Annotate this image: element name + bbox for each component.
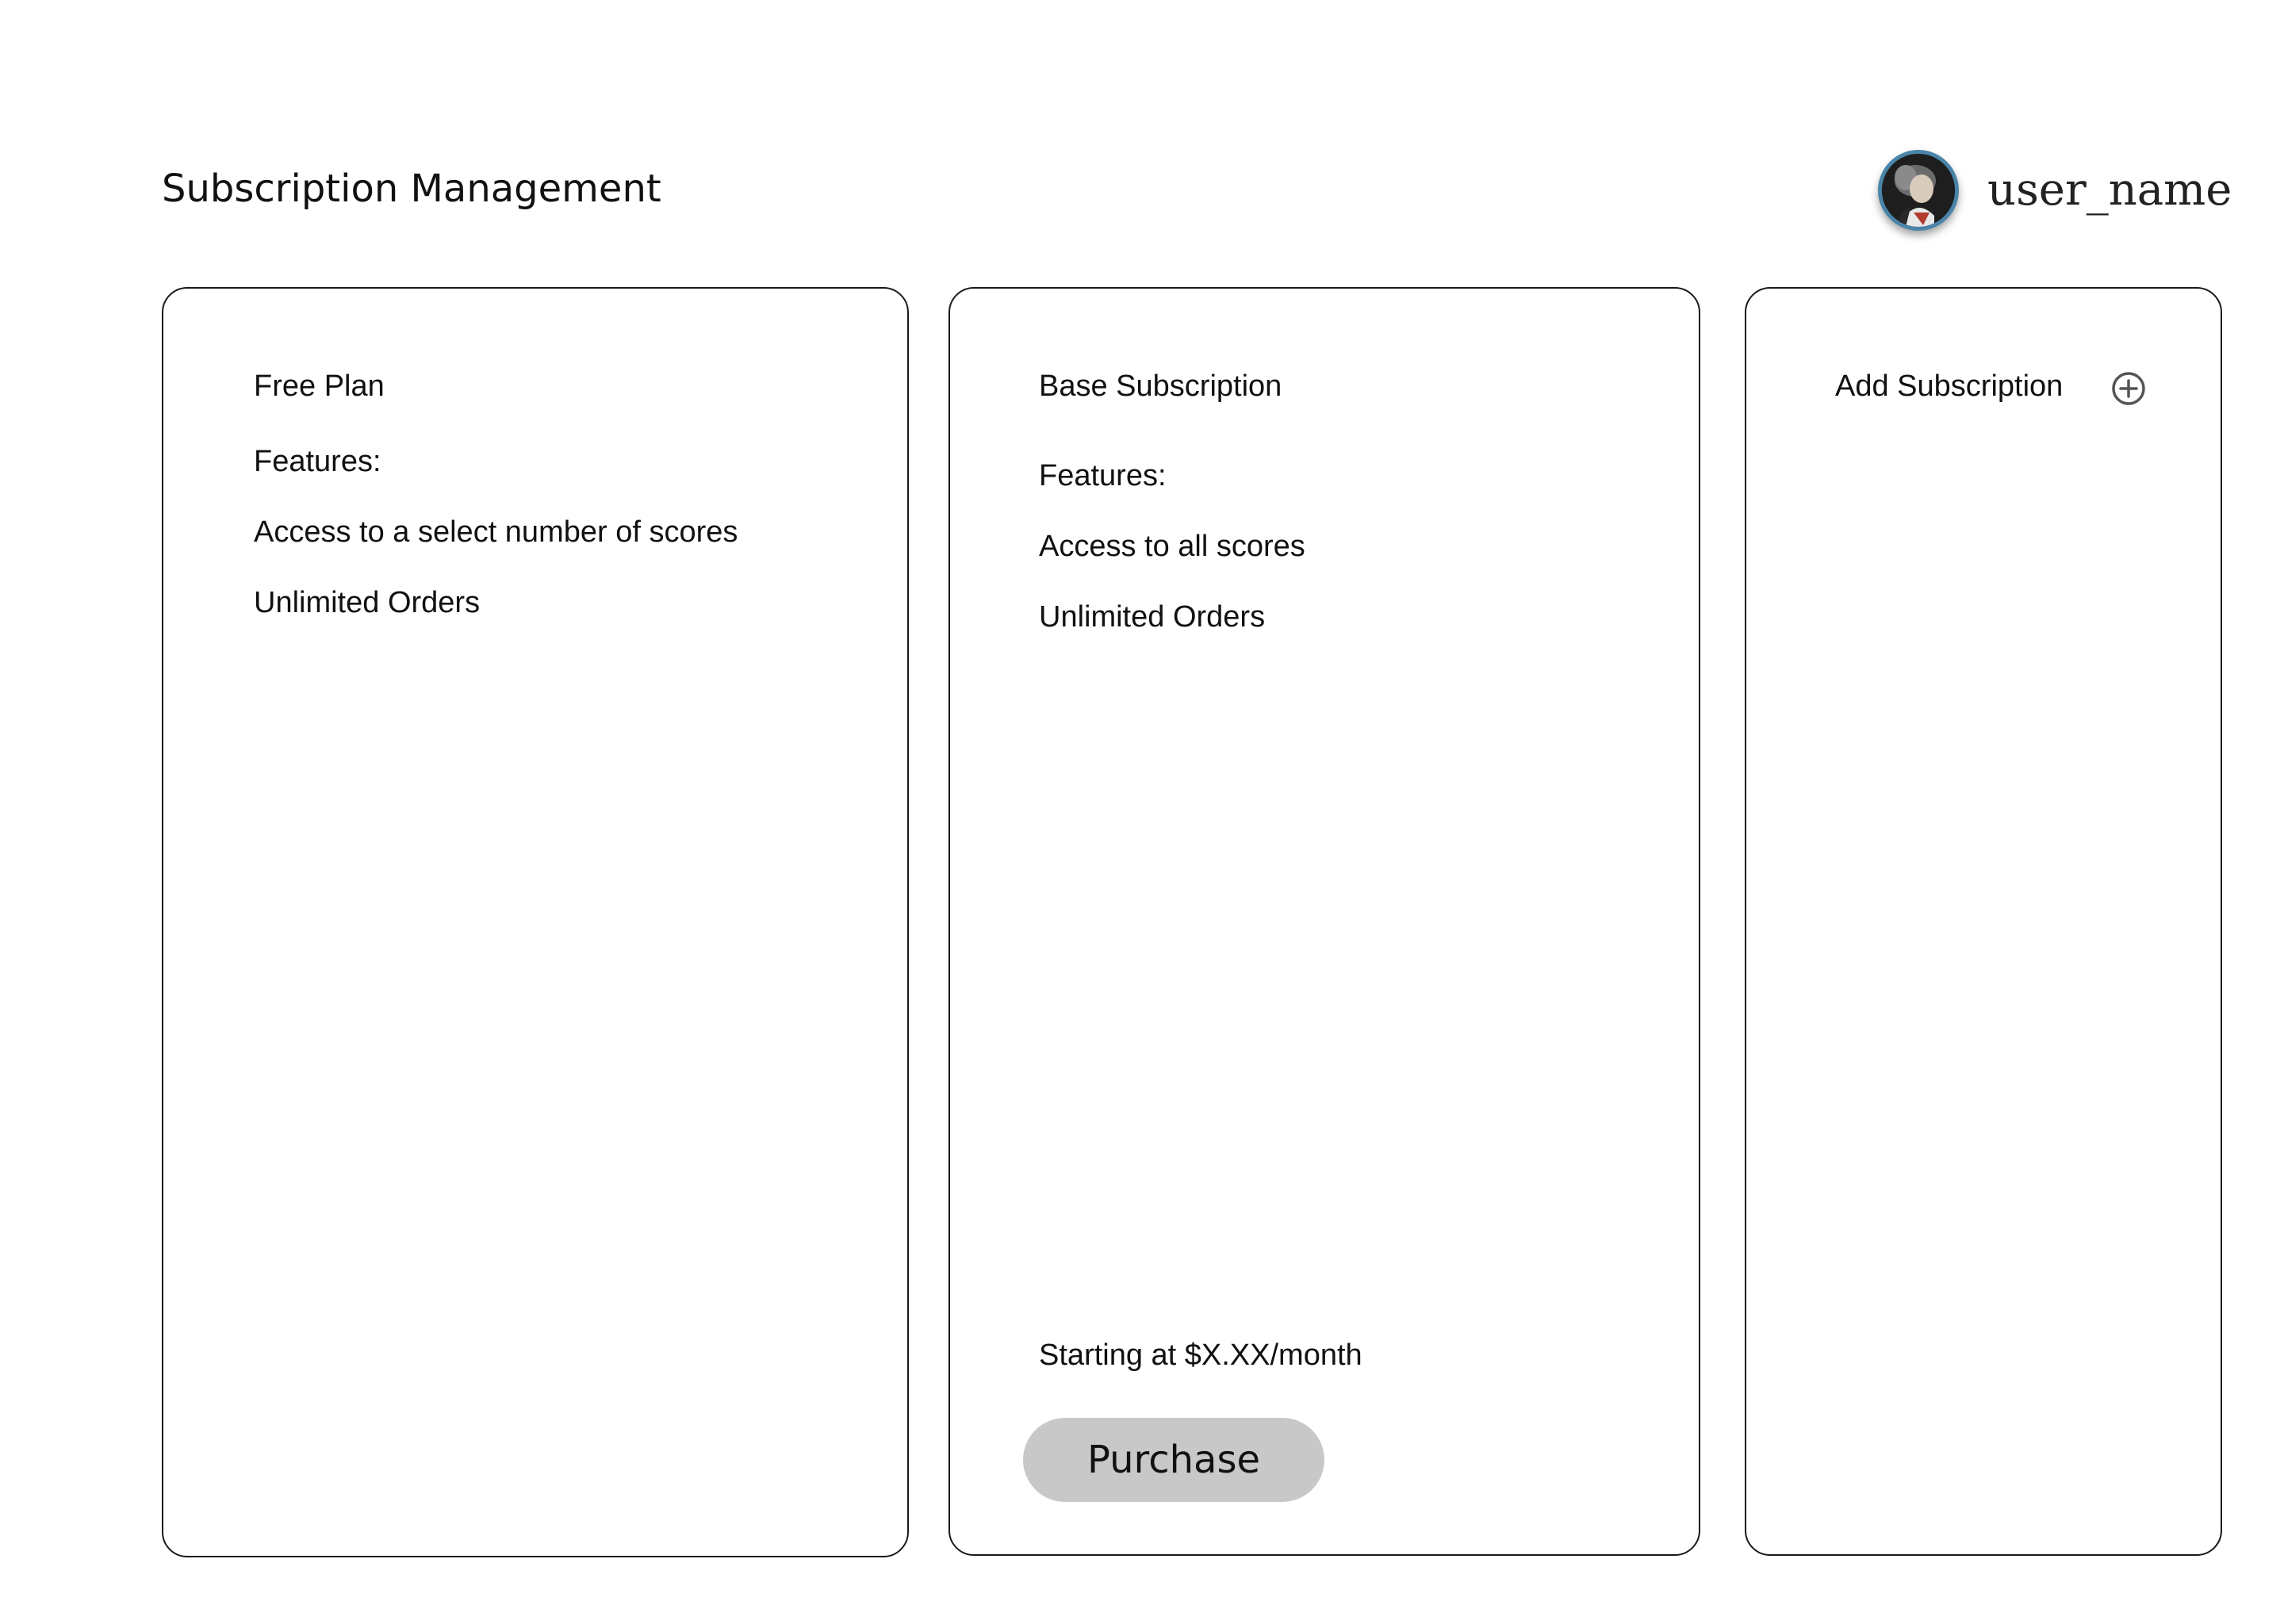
free-plan-card: Free Plan Features: Access to a select n…	[162, 287, 909, 1557]
free-plan-feature-item: Unlimited Orders	[254, 586, 481, 619]
purchase-button[interactable]: Purchase	[1023, 1418, 1324, 1502]
base-subscription-feature-item: Access to all scores	[1039, 530, 1305, 563]
add-subscription-label[interactable]: Add Subscription	[1835, 368, 2063, 404]
plus-circle-icon[interactable]	[2111, 371, 2146, 406]
user-portrait-icon	[1882, 154, 1955, 227]
add-subscription-card[interactable]: Add Subscription	[1745, 287, 2222, 1556]
user-profile[interactable]: user_name	[1878, 147, 2232, 233]
free-plan-features-label: Features:	[254, 445, 381, 478]
base-subscription-feature-item: Unlimited Orders	[1039, 600, 1266, 634]
price-text: Starting at $X.XX/month	[1039, 1339, 1362, 1372]
base-subscription-card: Base Subscription Features: Access to al…	[948, 287, 1700, 1556]
user-name[interactable]: user_name	[1987, 163, 2232, 217]
page-title: Subscription Management	[162, 167, 661, 211]
base-subscription-features-label: Features:	[1039, 459, 1167, 492]
free-plan-feature-item: Access to a select number of scores	[254, 515, 738, 549]
base-subscription-title: Base Subscription	[1039, 370, 1282, 403]
free-plan-title: Free Plan	[254, 370, 385, 403]
avatar[interactable]	[1878, 150, 1959, 231]
